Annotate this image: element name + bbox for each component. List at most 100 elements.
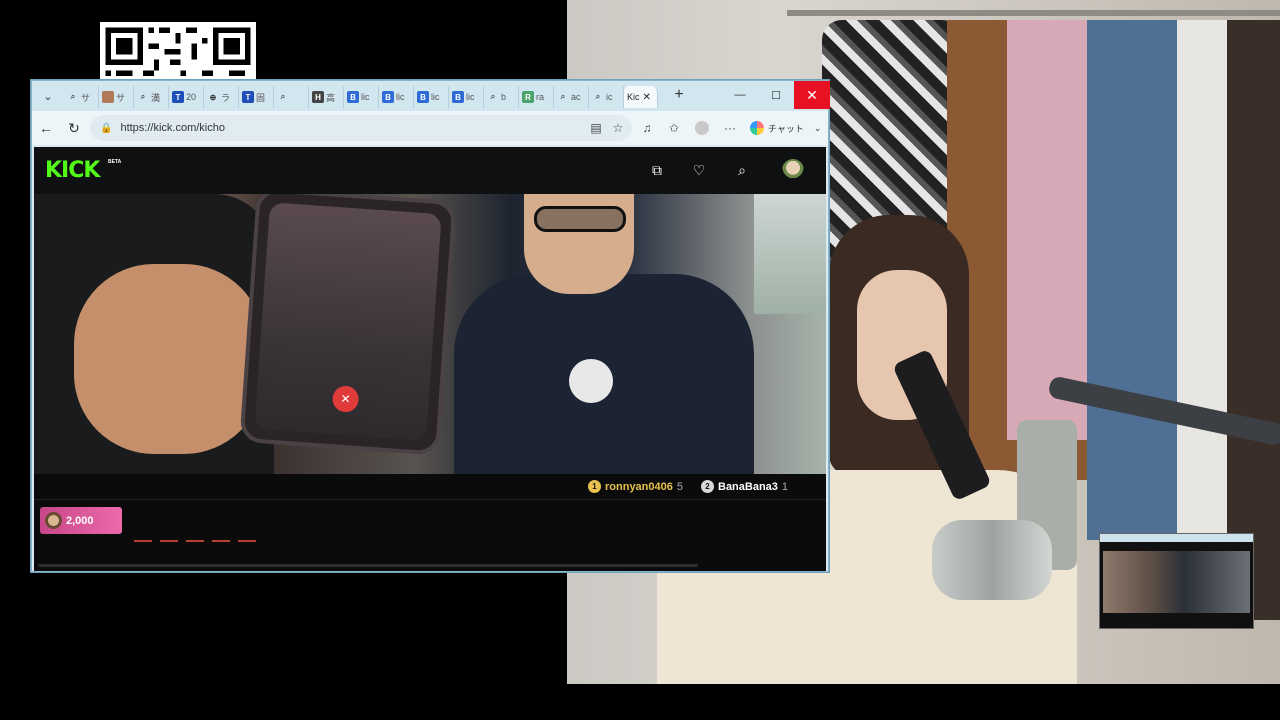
browser-tab[interactable]: ⊕ ラ (204, 86, 239, 108)
rank-badge: 2 (701, 480, 714, 493)
browser-tab[interactable]: サ (99, 86, 134, 108)
h-icon: H (312, 91, 324, 103)
stream-layout: ⌄ ⌕ ササ ⌕ 満 T 20 ⊕ ラ T 固 ⌕ H 高 Blic Blic Blic Blic ⌕ b Rra ⌕ a… (0, 0, 1280, 720)
tab-title: ラ (221, 92, 231, 103)
search-icon: ⌕ (140, 92, 146, 101)
b-icon: B (382, 91, 394, 103)
url-text: https://kick.com/kicho (120, 122, 225, 134)
t-icon: T (242, 91, 254, 103)
new-tab-button[interactable]: + (670, 86, 688, 104)
browser-tab[interactable]: ⌕ ic (589, 86, 624, 108)
address-bar[interactable]: 🔒 https://kick.com/kicho (90, 115, 632, 141)
minimize-icon: — (734, 89, 746, 101)
favorites-icon[interactable]: ✩ (666, 120, 682, 136)
maximize-button[interactable]: ☐ (758, 81, 794, 109)
avatar-icon (102, 91, 114, 103)
browser-tab[interactable]: ⌕ サ (64, 86, 99, 108)
video-player[interactable]: ✕ (34, 194, 826, 474)
tab-title: ra (536, 92, 545, 102)
preview-thumbnail (1099, 533, 1254, 629)
reload-button[interactable]: ↻ (65, 119, 83, 137)
arrow-left-icon: ← (39, 120, 53, 136)
tab-bar: ⌄ ⌕ ササ ⌕ 満 T 20 ⊕ ラ T 固 ⌕ H 高 Blic Blic Blic Blic ⌕ b Rra ⌕ a… (32, 81, 830, 111)
close-icon: ✕ (806, 86, 818, 103)
browser-tab[interactable]: ⌕ ac (554, 86, 589, 108)
tab-title: lic (396, 92, 405, 102)
t-icon: T (172, 91, 184, 103)
media-icon[interactable]: ♫ (639, 120, 655, 136)
globe-icon: ⊕ (209, 92, 217, 102)
plus-icon: + (674, 86, 684, 103)
browser-tab[interactable]: Blic (414, 86, 449, 108)
reload-icon: ↻ (68, 119, 80, 136)
leaderboard-name: BanaBana3 (718, 480, 778, 493)
browser-tab[interactable]: Rra (519, 86, 554, 108)
kick-header: KICK BETA ⧉ ♡ ⌕ (34, 147, 826, 194)
more-options-icon[interactable]: ··· (722, 120, 738, 136)
browser-tab[interactable]: ⌕ (274, 86, 309, 108)
beta-badge: BETA (108, 159, 122, 165)
heart-icon[interactable]: ♡ (690, 161, 708, 179)
tab-title: b (501, 92, 507, 102)
tab-list-button[interactable]: ⌄ (36, 85, 60, 107)
active-tab[interactable]: Kic ✕ (624, 86, 658, 108)
b-icon: B (452, 91, 464, 103)
browser-tab[interactable]: T 20 (169, 86, 204, 108)
b-icon: B (417, 91, 429, 103)
tab-title: lic (466, 92, 475, 102)
tab-title: サ (81, 92, 91, 103)
chevron-down-icon: ⌄ (813, 122, 822, 133)
tab-title: Kic (627, 92, 640, 102)
search-icon: ⌕ (595, 92, 601, 101)
leaderboard-bar: 1 ronnyan0406 5 2 BanaBana3 1 (34, 474, 826, 500)
browser-tab[interactable]: T固 (239, 86, 274, 108)
clips-icon[interactable]: ⧉ (648, 161, 666, 179)
copilot-button[interactable]: チャット ⌄ (750, 119, 821, 137)
user-avatar[interactable] (782, 159, 804, 181)
search-icon: ⌕ (280, 92, 286, 101)
tab-title: ac (571, 92, 581, 102)
leaderboard-entry[interactable]: 2 BanaBana3 1 (701, 480, 788, 493)
b-icon: B (347, 91, 359, 103)
leaderboard-entry[interactable]: 1 ronnyan0406 5 (588, 480, 683, 493)
close-tab-icon[interactable]: ✕ (643, 92, 651, 103)
leaderboard-name: ronnyan0406 (605, 480, 673, 493)
gift-badge[interactable]: 2,000 (40, 507, 122, 534)
maximize-icon: ☐ (771, 89, 781, 102)
browser-toolbar: ← ↻ 🔒 https://kick.com/kicho ▤ ☆ ♫ ✩ ···… (32, 111, 828, 145)
copilot-label: チャット (768, 123, 804, 134)
kick-page: KICK BETA ⧉ ♡ ⌕ ✕ 1 ronnyan0406 5 2 Bana… (34, 147, 826, 571)
gift-amount: 2,000 (66, 514, 94, 527)
tab-title: 固 (256, 92, 266, 103)
favorite-star-icon[interactable]: ☆ (610, 120, 626, 136)
leaderboard-count: 5 (676, 480, 683, 493)
search-icon: ⌕ (490, 92, 496, 101)
kick-logo[interactable]: KICK (45, 158, 100, 183)
tab-title: lic (361, 92, 370, 102)
browser-tab[interactable]: Blic (379, 86, 414, 108)
browser-tab[interactable]: ⌕ 満 (134, 86, 169, 108)
minimize-button[interactable]: — (722, 81, 758, 109)
close-window-button[interactable]: ✕ (794, 81, 830, 109)
browser-tab[interactable]: ⌕ b (484, 86, 519, 108)
search-icon[interactable]: ⌕ (733, 161, 751, 179)
tab-title: 満 (151, 92, 161, 103)
horizontal-scrollbar[interactable] (38, 564, 698, 567)
browser-tab[interactable]: Blic (344, 86, 379, 108)
tab-strip: ⌕ ササ ⌕ 満 T 20 ⊕ ラ T 固 ⌕ H 高 Blic Blic Blic Blic ⌕ b Rra ⌕ ac ⌕… (64, 84, 658, 110)
r-icon: R (522, 91, 534, 103)
search-icon: ⌕ (70, 92, 76, 101)
chevron-down-icon: ⌄ (43, 90, 53, 103)
qr-code (100, 22, 256, 80)
reader-mode-icon[interactable]: ▤ (588, 120, 604, 136)
tab-title: 高 (326, 92, 336, 103)
browser-tab[interactable]: Blic (449, 86, 484, 108)
leaderboard-count: 1 (781, 480, 789, 493)
gift-progress (134, 540, 259, 542)
gifter-avatar (45, 512, 62, 529)
tab-title: ic (606, 92, 613, 102)
browser-window: ⌄ ⌕ ササ ⌕ 満 T 20 ⊕ ラ T 固 ⌕ H 高 Blic Blic Blic Blic ⌕ b Rra ⌕ a… (31, 80, 830, 572)
browser-tab[interactable]: H高 (309, 86, 344, 108)
back-button[interactable]: ← (37, 119, 55, 137)
profile-icon[interactable] (694, 120, 710, 136)
